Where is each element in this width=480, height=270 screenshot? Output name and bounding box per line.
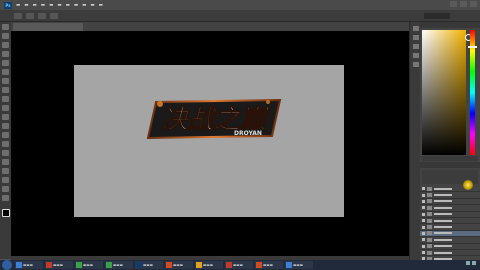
pen-tool-icon[interactable]	[2, 150, 9, 156]
options-bar	[0, 10, 480, 22]
app-icon	[166, 262, 172, 268]
panel-buttons[interactable]	[422, 156, 478, 161]
menu-item-window[interactable]: ▬	[90, 3, 94, 8]
hue-slider-handle[interactable]	[468, 46, 477, 48]
minimize-button[interactable]	[450, 1, 457, 7]
clone-stamp-tool-icon[interactable]	[2, 96, 9, 102]
layers-list	[420, 186, 480, 270]
brush-tool-icon[interactable]	[2, 87, 9, 93]
option-button[interactable]	[38, 12, 46, 19]
workspace-switcher[interactable]	[424, 13, 450, 19]
taskbar-item[interactable]: ▬▬▬	[165, 261, 193, 269]
photoshop-app-icon	[136, 262, 142, 268]
history-brush-tool-icon[interactable]	[2, 105, 9, 111]
menu-bar: Ps ▬ ▬ ▬ ▬ ▬ ▬ ▬ ▬ ▬ ▬ ▬	[0, 0, 480, 10]
eye-icon	[422, 187, 425, 191]
menu-item-select[interactable]: ▬	[57, 3, 61, 8]
gradient-tool-icon[interactable]	[2, 123, 9, 129]
close-button[interactable]	[470, 1, 477, 7]
app-icon	[106, 262, 112, 268]
eye-icon	[422, 225, 425, 229]
taskbar-item[interactable]: ▬▬▬	[105, 261, 133, 269]
logo-spark-icon	[266, 100, 270, 104]
option-button[interactable]	[50, 12, 58, 19]
eye-icon	[422, 206, 425, 210]
eye-icon	[422, 193, 425, 197]
menu-item-edit[interactable]: ▬	[24, 3, 28, 8]
menu-item-type[interactable]: ▬	[49, 3, 53, 8]
marquee-tool-icon[interactable]	[2, 33, 9, 39]
dodge-tool-icon[interactable]	[2, 141, 9, 147]
character-panel-icon[interactable]	[412, 53, 419, 58]
menu-item-image[interactable]: ▬	[33, 3, 37, 8]
crop-tool-icon[interactable]	[2, 60, 9, 66]
taskbar-item[interactable]: ▬▬▬	[195, 261, 223, 269]
zoom-tool-icon[interactable]	[2, 195, 9, 201]
right-panels	[420, 22, 480, 270]
paragraph-panel-icon[interactable]	[412, 62, 419, 67]
taskbar-item[interactable]: ▬▬▬	[285, 261, 313, 269]
app-icon	[226, 262, 232, 268]
taskbar-item[interactable]: ▬▬▬	[225, 261, 253, 269]
layers-panel-tabs[interactable]	[420, 162, 480, 168]
taskbar: ▬▬▬ ▬▬▬ ▬▬▬ ▬▬▬ ▬▬▬ ▬▬▬ ▬▬▬ ▬▬▬ ▬▬▬ ▬▬▬	[0, 260, 480, 270]
color-picker-field[interactable]	[422, 30, 466, 155]
app-icon	[46, 262, 52, 268]
app-icon	[256, 262, 262, 268]
eye-icon	[422, 212, 425, 216]
game-logo: 决战之巅 DROYAN	[146, 98, 282, 140]
logo-subtitle: DROYAN	[234, 130, 262, 137]
document-tab[interactable]	[13, 23, 83, 31]
menu-item-layer[interactable]: ▬	[41, 3, 45, 8]
color-panel-tabs[interactable]	[420, 22, 480, 28]
lasso-tool-icon[interactable]	[2, 42, 9, 48]
history-panel-icon[interactable]	[412, 26, 419, 31]
eye-icon	[422, 199, 425, 203]
eye-icon	[422, 238, 425, 242]
eraser-tool-icon[interactable]	[2, 114, 9, 120]
eye-icon	[422, 244, 425, 248]
tool-preset-picker[interactable]	[14, 12, 22, 19]
menu-item-filter[interactable]: ▬	[66, 3, 70, 8]
taskbar-item[interactable]: ▬▬▬	[135, 261, 163, 269]
app-icon	[286, 262, 292, 268]
taskbar-item[interactable]: ▬▬▬	[45, 261, 73, 269]
maximize-button[interactable]	[460, 1, 467, 7]
app-icon	[196, 262, 202, 268]
hand-tool-icon[interactable]	[2, 186, 9, 192]
photoshop-logo-icon: Ps	[4, 1, 12, 9]
blur-tool-icon[interactable]	[2, 132, 9, 138]
path-select-tool-icon[interactable]	[2, 168, 9, 174]
healing-tool-icon[interactable]	[2, 78, 9, 84]
menu-item-file[interactable]: ▬	[16, 3, 20, 8]
document-window[interactable]: 决战之巅 DROYAN	[11, 31, 409, 256]
volume-icon[interactable]	[472, 261, 476, 265]
canvas[interactable]: 决战之巅 DROYAN	[74, 65, 344, 217]
eye-icon	[422, 251, 425, 255]
foreground-color-swatch[interactable]	[1, 209, 10, 217]
move-tool-icon[interactable]	[2, 24, 9, 30]
eye-icon	[422, 219, 425, 223]
brush-panel-icon[interactable]	[412, 44, 419, 49]
system-tray	[466, 261, 478, 265]
eye-icon	[422, 231, 425, 235]
menu-item-3d[interactable]: ▬	[74, 3, 78, 8]
properties-panel-icon[interactable]	[412, 35, 419, 40]
type-tool-icon[interactable]	[2, 159, 9, 165]
shape-tool-icon[interactable]	[2, 177, 9, 183]
hue-slider[interactable]	[470, 30, 475, 155]
app-icon	[76, 262, 82, 268]
menu-item-help[interactable]: ▬	[99, 3, 103, 8]
quick-select-tool-icon[interactable]	[2, 51, 9, 57]
start-button[interactable]	[2, 260, 12, 270]
taskbar-item[interactable]: ▬▬▬	[15, 261, 43, 269]
menu-item-view[interactable]: ▬	[82, 3, 86, 8]
eyedropper-tool-icon[interactable]	[2, 69, 9, 75]
app-icon	[16, 262, 22, 268]
taskbar-item[interactable]: ▬▬▬	[75, 261, 103, 269]
option-button[interactable]	[26, 12, 34, 19]
network-icon[interactable]	[466, 261, 470, 265]
logo-spark-icon	[157, 101, 163, 107]
taskbar-item[interactable]: ▬▬▬	[255, 261, 283, 269]
